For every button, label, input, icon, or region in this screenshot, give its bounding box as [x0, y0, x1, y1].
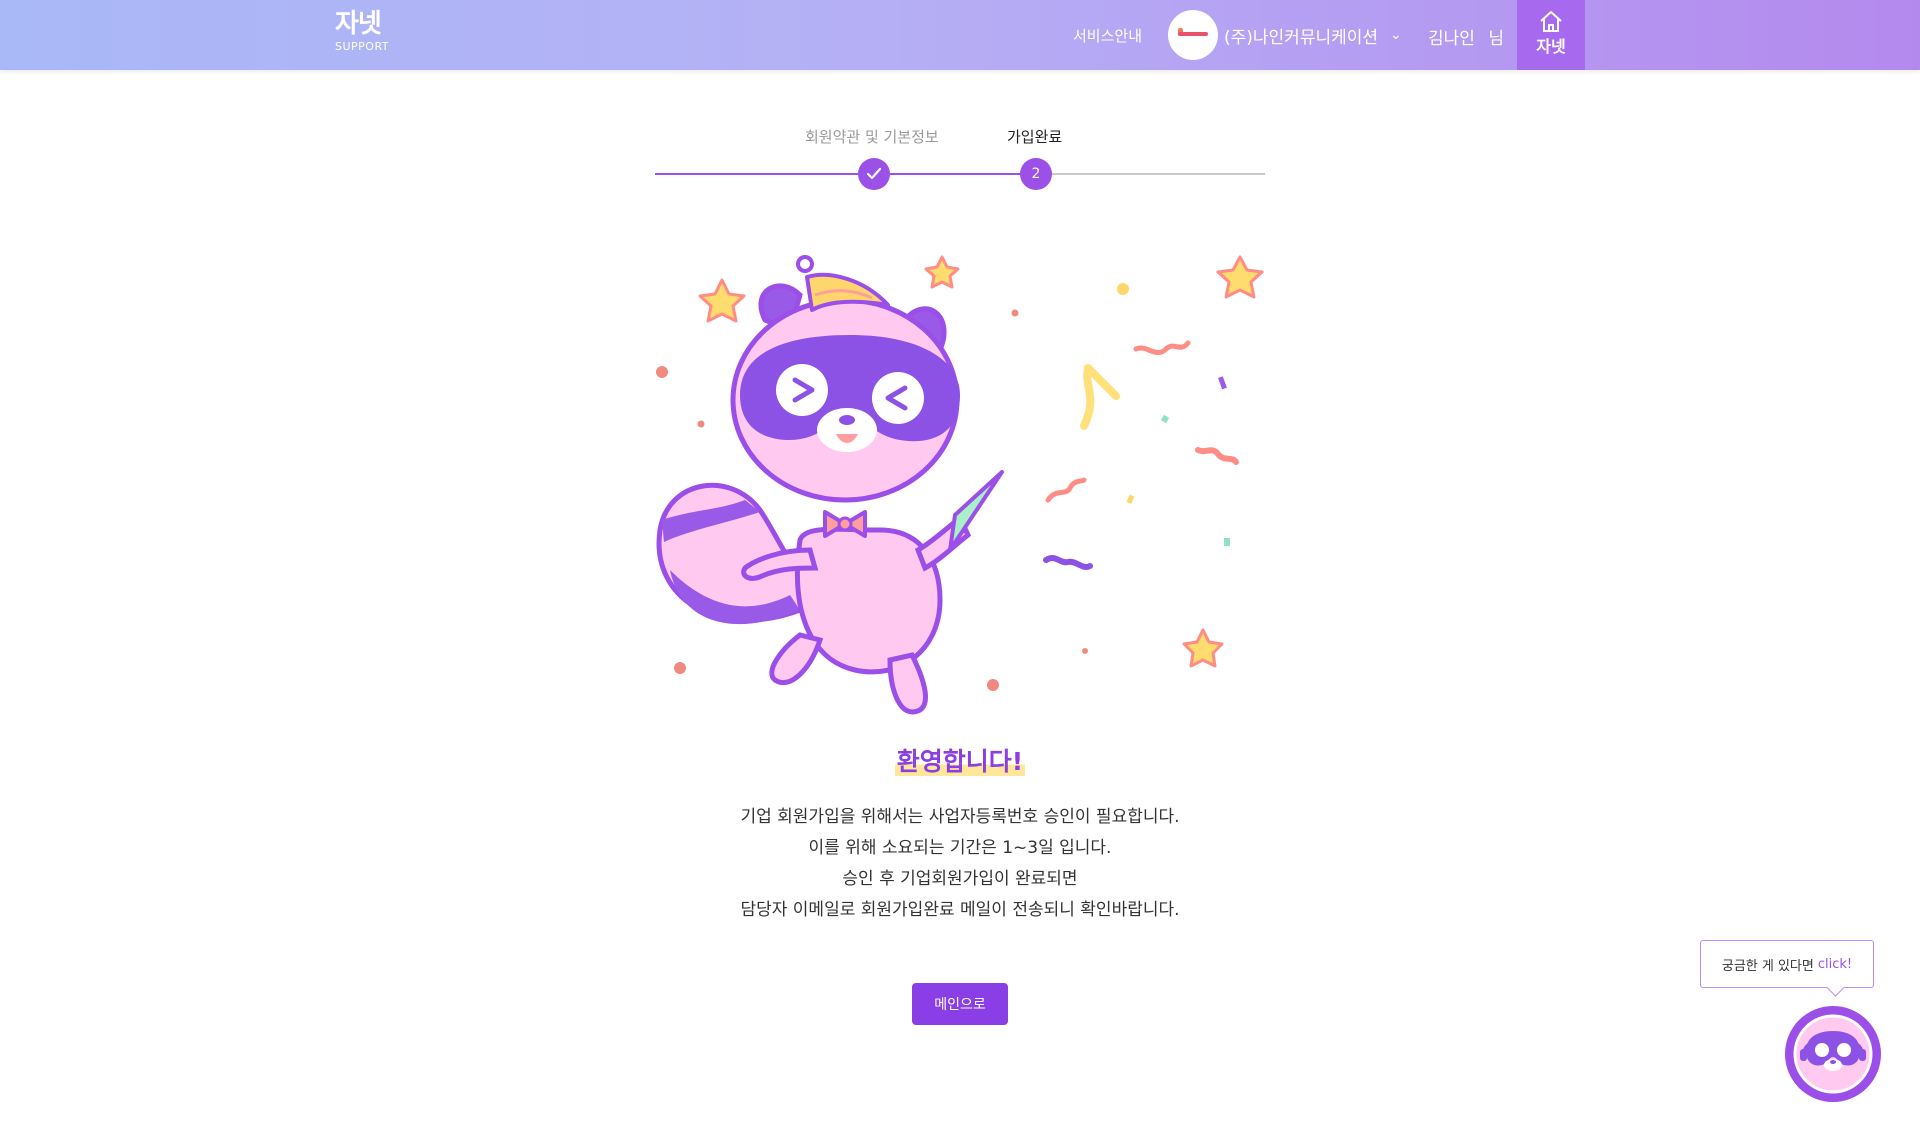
company-selector[interactable]: (주)나인커뮤니케이션 ⌄	[1168, 9, 1402, 61]
step-1-marker	[858, 158, 890, 190]
home-button[interactable]: 자넷	[1517, 0, 1585, 70]
signup-description: 기업 회원가입을 위해서는 사업자등록번호 승인이 필요합니다. 이를 위해 소…	[0, 802, 1920, 926]
chatbot-button[interactable]	[1785, 1006, 1881, 1102]
company-name: (주)나인커뮤니케이션	[1224, 27, 1379, 48]
celebration-illustration	[656, 255, 1264, 715]
stepper-progress	[655, 173, 1035, 175]
step-2-label: 가입완료	[1007, 128, 1063, 146]
tooltip-text: 궁금한 게 있다면	[1721, 958, 1814, 974]
logo[interactable]: 자넷 SUPPORT	[335, 10, 389, 53]
chevron-down-icon: ⌄	[1390, 27, 1402, 43]
raccoon-chatbot-icon	[1793, 1014, 1873, 1094]
home-icon	[1540, 11, 1562, 32]
welcome-heading: 환영합니다!	[0, 742, 1920, 778]
description-line: 담당자 이메일로 회원가입완료 메일이 전송되니 확인바랍니다.	[740, 900, 1180, 920]
logo-subtext: SUPPORT	[335, 40, 390, 53]
description-line: 이를 위해 소요되는 기간은 1~3일 입니다.	[808, 838, 1112, 858]
service-info-link[interactable]: 서비스안내	[1073, 25, 1142, 46]
go-main-button[interactable]: 메인으로	[912, 983, 1008, 1025]
description-line: 기업 회원가입을 위해서는 사업자등록번호 승인이 필요합니다.	[740, 807, 1180, 827]
check-icon	[866, 167, 882, 180]
description-line: 승인 후 기업회원가입이 완료되면	[842, 869, 1078, 889]
user-greeting[interactable]: 김나인 님	[1428, 24, 1504, 49]
tooltip-highlight: click!	[1817, 956, 1853, 972]
step-2-marker: 2	[1020, 158, 1052, 190]
top-header: 자넷 SUPPORT 서비스안내 (주)나인커뮤니케이션 ⌄ 김나인 님 자넷	[0, 0, 1920, 70]
home-label: 자넷	[1536, 37, 1566, 56]
logo-text: 자넷	[335, 9, 382, 39]
user-name: 김나인	[1428, 29, 1475, 49]
user-suffix: 님	[1488, 29, 1504, 49]
welcome-title: 환영합니다!	[894, 747, 1026, 776]
stepper-track	[655, 173, 1265, 175]
step-1-label: 회원약관 및 기본정보	[805, 128, 939, 146]
company-logo-icon	[1168, 10, 1218, 60]
signup-stepper: 회원약관 및 기본정보 가입완료 2	[655, 120, 1265, 190]
chatbot-tooltip[interactable]: 궁금한 게 있다면 click!	[1700, 940, 1874, 988]
